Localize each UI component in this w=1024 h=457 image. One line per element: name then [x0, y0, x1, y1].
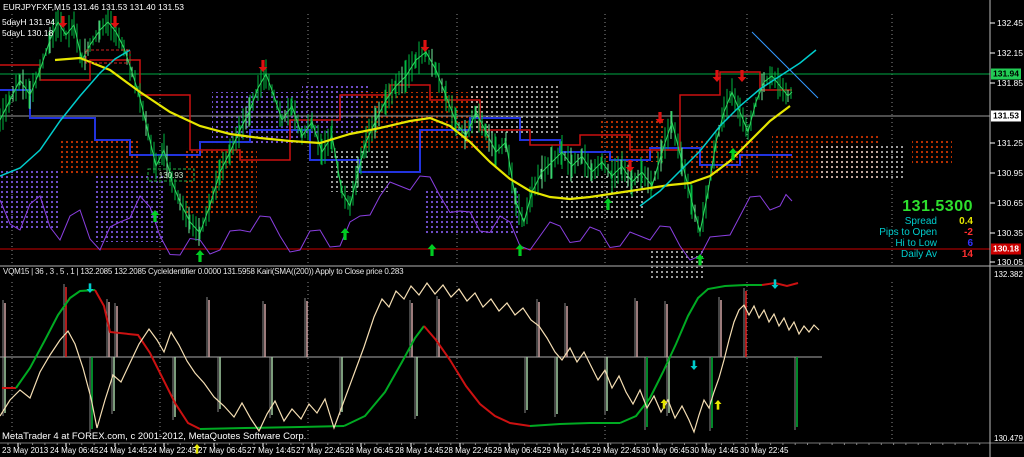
info-value: -2 [964, 227, 973, 238]
watermark-status-text: MetaTrader 4 at FOREX.com, c 2001-2012, … [2, 431, 307, 442]
quote-info-panel: 131.5300 Spread 0.4 Pips to Open -2 Hi to Lo… [879, 198, 973, 260]
time-tick-label: 28 May 22:45 [444, 446, 493, 455]
time-tick-label: 29 May 06:45 [493, 446, 542, 455]
time-tick-label: 24 May 06:45 [50, 446, 99, 455]
arrow-up-icon [340, 228, 350, 240]
price-marker: 130.18 [991, 243, 1021, 255]
price-marker: 131.53 [991, 110, 1021, 122]
info-label: Pips to Open [879, 227, 937, 238]
mt4-chart-window: 130.93 EURJPYFXF,M15 131.46 131.53 131.4… [0, 0, 1024, 457]
arrow-up-icon [195, 250, 205, 262]
price-tick-label: 130.35 [997, 228, 1023, 238]
time-tick-label: 24 May 14:45 [99, 446, 148, 455]
info-label: Daily Av [901, 249, 937, 260]
time-tick-label: 29 May 22:45 [592, 446, 641, 455]
time-tick-label: 27 May 14:45 [247, 446, 296, 455]
indicator-header: VQM15 | 36 , 3 , 5 , 1 | 132.2085 132.20… [3, 267, 404, 276]
price-tick-label: 130.65 [997, 198, 1023, 208]
annotation-box [85, 49, 131, 64]
arrow-up-icon [427, 244, 437, 256]
indicator-scale-min: 130.479 [994, 434, 1023, 443]
five-day-low-label: 5dayL 130.18 [2, 28, 54, 38]
time-tick-label: 23 May 2013 [2, 446, 49, 455]
arrow-down-icon [690, 360, 698, 370]
arrow-down-icon [58, 16, 68, 28]
info-label: Hi to Low [895, 238, 937, 249]
quote-info-row: Hi to Low 6 [879, 238, 973, 249]
info-value: 0.4 [959, 216, 973, 227]
price-tick-label: 131.25 [997, 138, 1023, 148]
quote-info-row: Daily Av 14 [879, 249, 973, 260]
time-tick-label: 29 May 14:45 [542, 446, 591, 455]
info-value: 6 [967, 238, 973, 249]
chart-canvas[interactable]: 130.93 [0, 0, 1024, 457]
time-tick-label: 28 May 06:45 [345, 446, 394, 455]
current-price: 131.5300 [902, 198, 973, 215]
quote-info-row: Spread 0.4 [879, 216, 973, 227]
price-tick-label: 132.45 [997, 18, 1023, 28]
price-tick-label: 130.05 [997, 257, 1023, 267]
time-tick-label: 27 May 06:45 [198, 446, 247, 455]
arrow-up-icon [515, 244, 525, 256]
price-tick-label: 131.85 [997, 78, 1023, 88]
price-tick-label: 130.95 [997, 168, 1023, 178]
time-tick-label: 30 May 22:45 [740, 446, 789, 455]
info-label: Spread [904, 216, 937, 227]
time-tick-label: 28 May 14:45 [395, 446, 444, 455]
time-tick-label: 30 May 06:45 [641, 446, 690, 455]
price-tick-label: 132.15 [997, 48, 1023, 58]
indicator-subwindow[interactable] [0, 279, 893, 454]
quote-info-rows: Spread 0.4 Pips to Open -2 Hi to Low 6 Daily A… [879, 216, 973, 260]
five-day-high-label: 5dayH 131.94 [2, 17, 55, 27]
chart-title: EURJPYFXF,M15 131.46 131.53 131.40 131.5… [3, 2, 184, 12]
time-tick-label: 30 May 14:45 [690, 446, 739, 455]
main-chart-area[interactable]: 130.93 [0, 10, 990, 278]
info-value: 14 [961, 249, 973, 260]
indicator-scale-max: 132.382 [994, 270, 1023, 279]
svg-text:130.93: 130.93 [159, 171, 184, 180]
arrow-down-icon [86, 283, 94, 293]
time-tick-label: 27 May 22:45 [296, 446, 345, 455]
time-tick-label: 24 May 22:45 [148, 446, 197, 455]
arrow-up-icon [714, 400, 722, 410]
price-marker: 131.94 [991, 68, 1021, 80]
quote-info-row: Pips to Open -2 [879, 227, 973, 238]
